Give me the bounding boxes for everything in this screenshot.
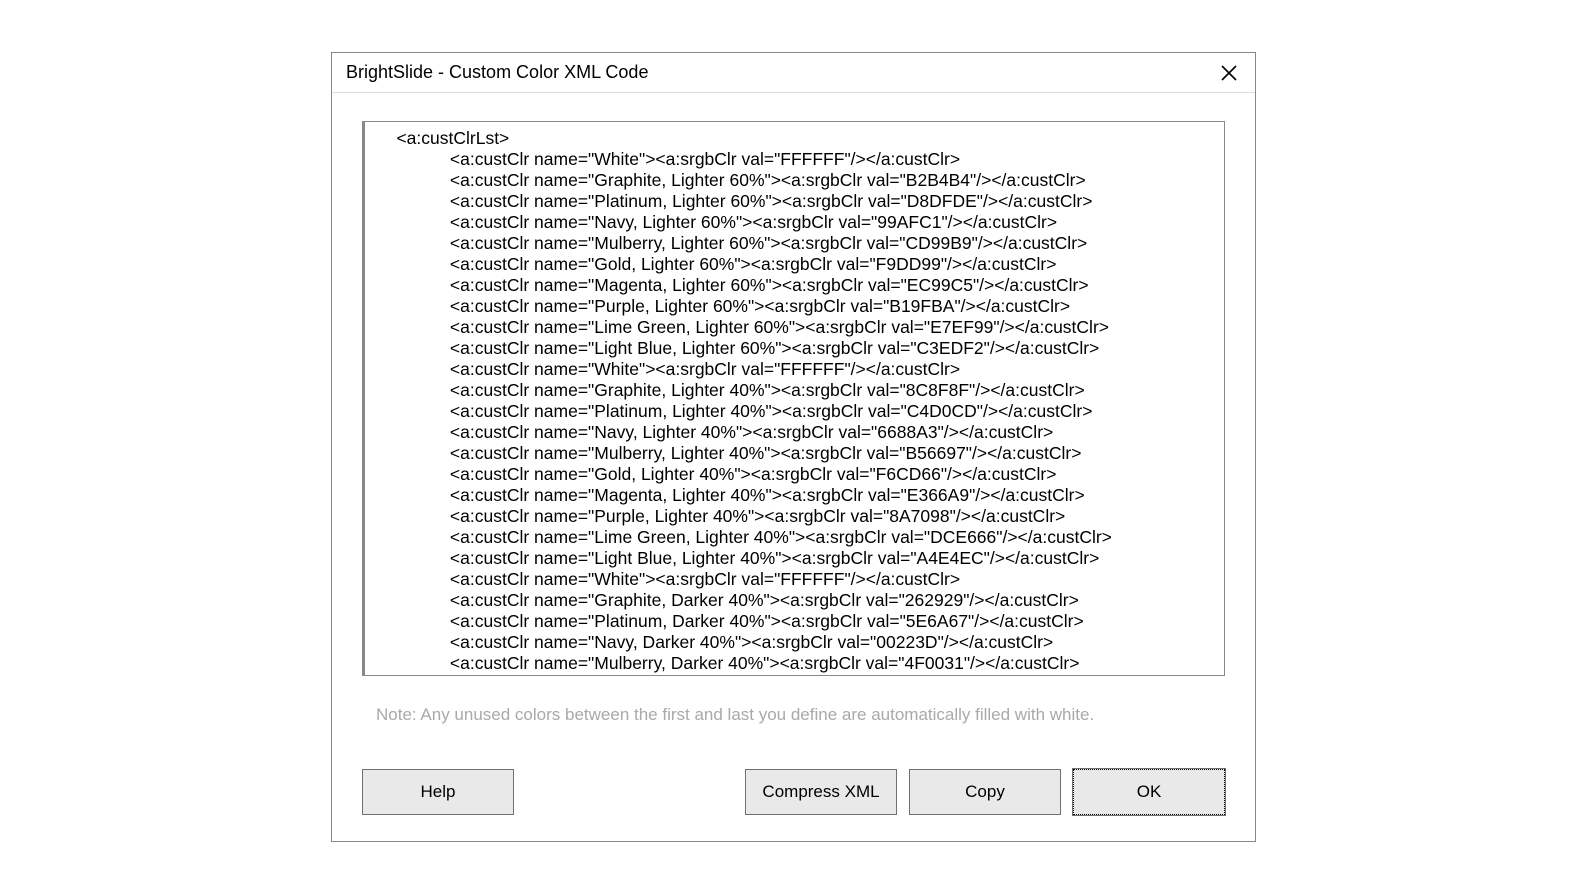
close-button[interactable] xyxy=(1217,61,1241,85)
ok-button[interactable]: OK xyxy=(1073,769,1225,815)
copy-button[interactable]: Copy xyxy=(909,769,1061,815)
window-title: BrightSlide - Custom Color XML Code xyxy=(346,62,648,83)
content-area: Note: Any unused colors between the firs… xyxy=(332,93,1255,841)
button-row: Help Compress XML Copy OK xyxy=(362,769,1225,815)
help-button[interactable]: Help xyxy=(362,769,514,815)
titlebar: BrightSlide - Custom Color XML Code xyxy=(332,53,1255,93)
compress-xml-button[interactable]: Compress XML xyxy=(745,769,897,815)
close-icon xyxy=(1221,65,1237,81)
xml-code-textarea[interactable] xyxy=(362,121,1225,676)
dialog-window: BrightSlide - Custom Color XML Code Note… xyxy=(331,52,1256,842)
spacer xyxy=(526,769,733,815)
note-text: Note: Any unused colors between the firs… xyxy=(362,705,1225,725)
